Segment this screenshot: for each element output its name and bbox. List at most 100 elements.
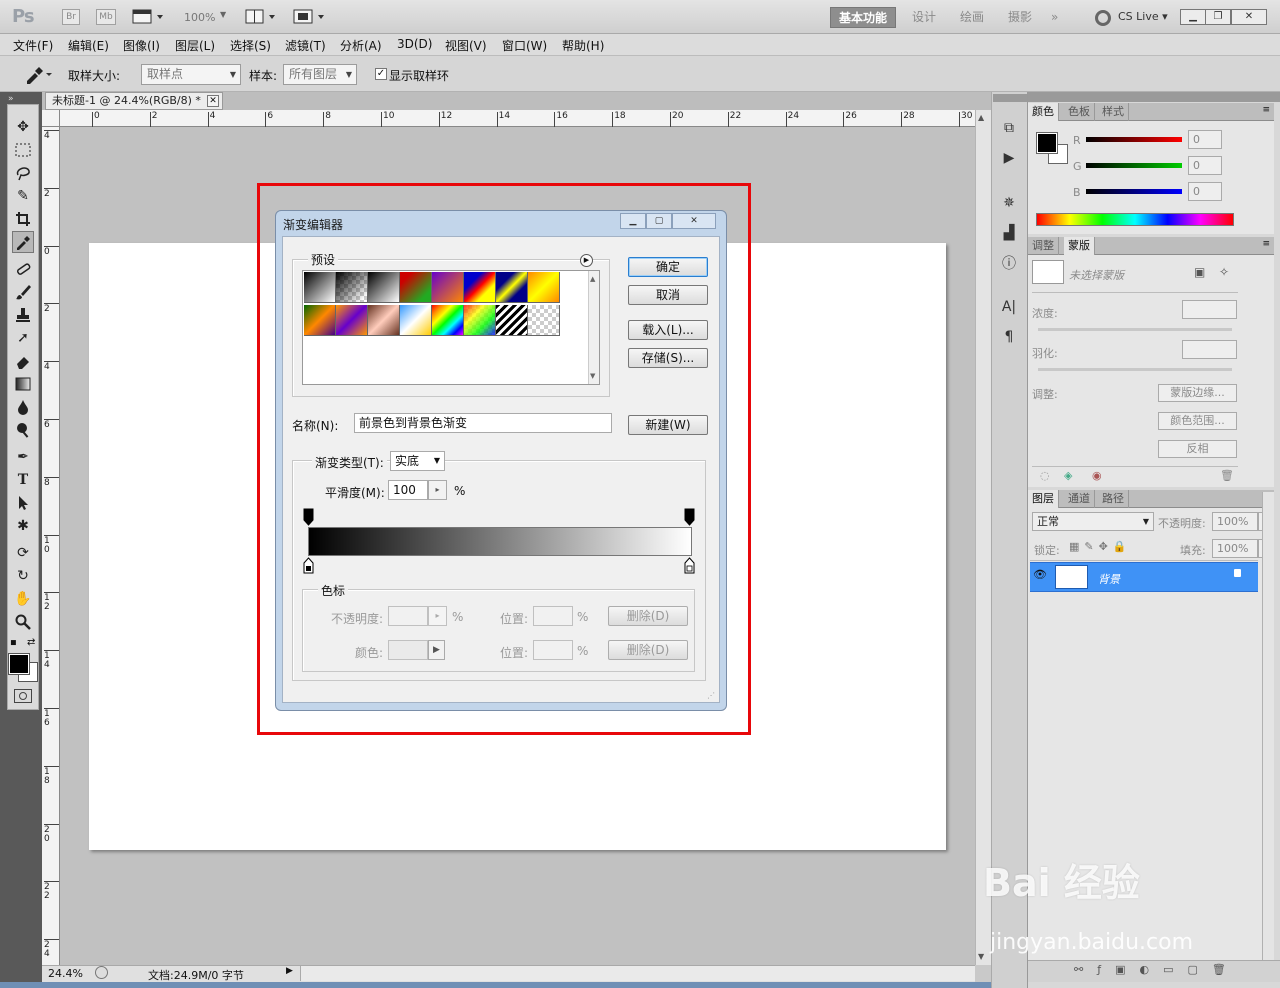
channel-r-field[interactable]: 0 — [1188, 130, 1222, 149]
menu-3d[interactable]: 3D(D) — [397, 37, 432, 51]
menu-analysis[interactable]: 分析(A) — [340, 37, 382, 54]
zoom-tool-icon[interactable] — [12, 611, 34, 633]
gradient-tool-icon[interactable] — [12, 373, 34, 395]
scroll-down-icon[interactable]: ▼ — [978, 952, 984, 961]
navigator-panel-icon[interactable]: ✵ — [996, 192, 1022, 214]
tab-channels[interactable]: 通道 — [1064, 490, 1095, 508]
foreground-color-swatch[interactable] — [8, 653, 30, 675]
blur-tool-icon[interactable] — [12, 396, 34, 418]
workspace-photography[interactable]: 摄影 — [1000, 7, 1040, 28]
history-brush-tool-icon[interactable]: ➚ — [12, 327, 34, 349]
default-colors-icon[interactable]: ◾ — [10, 638, 17, 648]
dodge-tool-icon[interactable] — [12, 419, 34, 441]
lock-icons[interactable]: ▦✎✥🔒 — [1069, 540, 1132, 553]
sample-size-select[interactable]: 取样点 ▼ — [141, 64, 241, 85]
info-panel-icon[interactable]: ⓘ — [996, 252, 1022, 274]
brush-tool-icon[interactable] — [12, 281, 34, 303]
density-field[interactable] — [1182, 300, 1237, 319]
color-spectrum-bar[interactable] — [1036, 213, 1234, 226]
lasso-tool-icon[interactable] — [12, 162, 34, 184]
tab-layers[interactable]: 图层 — [1028, 490, 1059, 508]
layers-scrollbar[interactable] — [1262, 492, 1274, 960]
channel-b-field[interactable]: 0 — [1188, 182, 1222, 201]
feather-slider[interactable] — [1038, 368, 1232, 371]
quick-selection-tool-icon[interactable]: ✎ — [12, 185, 34, 207]
healing-brush-tool-icon[interactable] — [12, 258, 34, 280]
pixel-mask-icon[interactable]: ▣ — [1194, 265, 1205, 279]
actions-panel-icon[interactable]: ▶ — [996, 147, 1022, 169]
layers-footer-icons[interactable]: ⚯ƒ▣◐▭▢🗑 — [1074, 963, 1240, 976]
tab-color[interactable]: 颜色 — [1028, 103, 1059, 121]
feather-field[interactable] — [1182, 340, 1237, 359]
collapse-toolbox-icon[interactable]: » — [8, 94, 14, 104]
tab-masks[interactable]: 蒙版 — [1064, 237, 1095, 255]
layer-visibility-eye-icon[interactable]: 👁 — [1033, 568, 1047, 581]
delete-mask-icon[interactable]: 🗑 — [1220, 469, 1234, 482]
menu-edit[interactable]: 编辑(E) — [68, 37, 109, 54]
restore-button[interactable]: ❐ — [1205, 9, 1231, 25]
path-selection-tool-icon[interactable] — [12, 492, 34, 514]
layer-name[interactable]: 背景 — [1098, 571, 1120, 587]
character-panel-icon[interactable]: A| — [996, 296, 1022, 318]
cs-live-menu[interactable]: CS Live ▾ — [1118, 8, 1168, 26]
tab-paths[interactable]: 路径 — [1098, 490, 1129, 508]
workspace-design[interactable]: 设计 — [904, 7, 944, 28]
menu-window[interactable]: 窗口(W) — [502, 37, 547, 54]
workspace-painting[interactable]: 绘画 — [952, 7, 992, 28]
scroll-up-icon[interactable]: ▲ — [978, 113, 984, 122]
menu-file[interactable]: 文件(F) — [13, 37, 53, 54]
menu-select[interactable]: 选择(S) — [230, 37, 271, 54]
status-menu-arrow-icon[interactable]: ▶ — [286, 966, 293, 976]
mask-edge-button[interactable]: 蒙版边缘... — [1158, 384, 1237, 402]
history-panel-icon[interactable]: ⧉ — [996, 117, 1022, 139]
layer-opacity-field[interactable]: 100% — [1212, 512, 1258, 531]
color-range-button[interactable]: 颜色范围... — [1158, 412, 1237, 430]
workspace-more[interactable]: » — [1043, 7, 1066, 28]
channel-r-slider[interactable] — [1086, 137, 1182, 142]
type-tool-icon[interactable]: T — [12, 469, 34, 491]
bridge-button[interactable]: Br — [62, 9, 80, 25]
zoom-dropdown-icon[interactable]: ▼ — [220, 10, 226, 19]
arrange-documents-menu[interactable] — [245, 9, 279, 25]
clone-stamp-tool-icon[interactable] — [12, 304, 34, 326]
sample-select[interactable]: 所有图层 ▼ — [283, 64, 357, 85]
zoom-level-field[interactable]: 24.4% — [48, 967, 83, 980]
minimize-button[interactable]: ▁ — [1180, 9, 1206, 25]
apply-mask-icon[interactable]: ◈ — [1064, 469, 1072, 482]
quick-mask-button[interactable] — [14, 689, 32, 703]
vertical-scrollbar[interactable] — [975, 110, 991, 965]
icon-strip-header[interactable] — [993, 94, 1027, 102]
horizontal-scrollbar[interactable] — [300, 966, 975, 981]
mini-bridge-button[interactable]: Mb — [96, 9, 116, 25]
load-selection-icon[interactable]: ◌ — [1040, 469, 1050, 482]
move-tool-icon[interactable]: ✥ — [12, 116, 34, 138]
screen-mode-menu[interactable] — [293, 9, 327, 25]
tab-swatches[interactable]: 色板 — [1064, 103, 1095, 121]
marquee-tool-icon[interactable] — [12, 139, 34, 161]
paragraph-panel-icon[interactable]: ¶ — [996, 326, 1022, 348]
close-document-icon[interactable]: ✕ — [207, 95, 219, 107]
ruler-origin[interactable] — [42, 110, 60, 127]
close-button[interactable]: ✕ — [1231, 9, 1267, 25]
color-panel-foreground-swatch[interactable] — [1036, 132, 1058, 154]
channel-g-field[interactable]: 0 — [1188, 156, 1222, 175]
view-extras-menu[interactable] — [132, 9, 166, 25]
3d-rotate-tool-icon[interactable]: ⟳ — [12, 542, 34, 564]
workspace-essentials[interactable]: 基本功能 — [830, 7, 897, 28]
channel-b-slider[interactable] — [1086, 189, 1182, 194]
channel-g-slider[interactable] — [1086, 163, 1182, 168]
tab-styles[interactable]: 样式 — [1098, 103, 1129, 121]
hand-tool-icon[interactable]: ✋ — [12, 588, 34, 610]
crop-tool-icon[interactable] — [12, 208, 34, 230]
document-tab[interactable]: 未标题-1 @ 24.4%(RGB/8) * — [45, 92, 223, 110]
shape-tool-icon[interactable]: ✱ — [12, 515, 34, 537]
eyedropper-tool-icon[interactable] — [12, 231, 34, 253]
3d-orbit-tool-icon[interactable]: ↻ — [12, 565, 34, 587]
menu-filter[interactable]: 滤镜(T) — [285, 37, 326, 54]
fill-field[interactable]: 100% — [1212, 539, 1258, 558]
disable-mask-icon[interactable]: ◉ — [1092, 469, 1102, 482]
menu-view[interactable]: 视图(V) — [445, 37, 487, 54]
panel-menu-icon[interactable]: ≡ — [1262, 105, 1270, 115]
menu-layer[interactable]: 图层(L) — [175, 37, 215, 54]
show-sampling-ring-checkbox[interactable]: ✓ — [375, 68, 387, 80]
